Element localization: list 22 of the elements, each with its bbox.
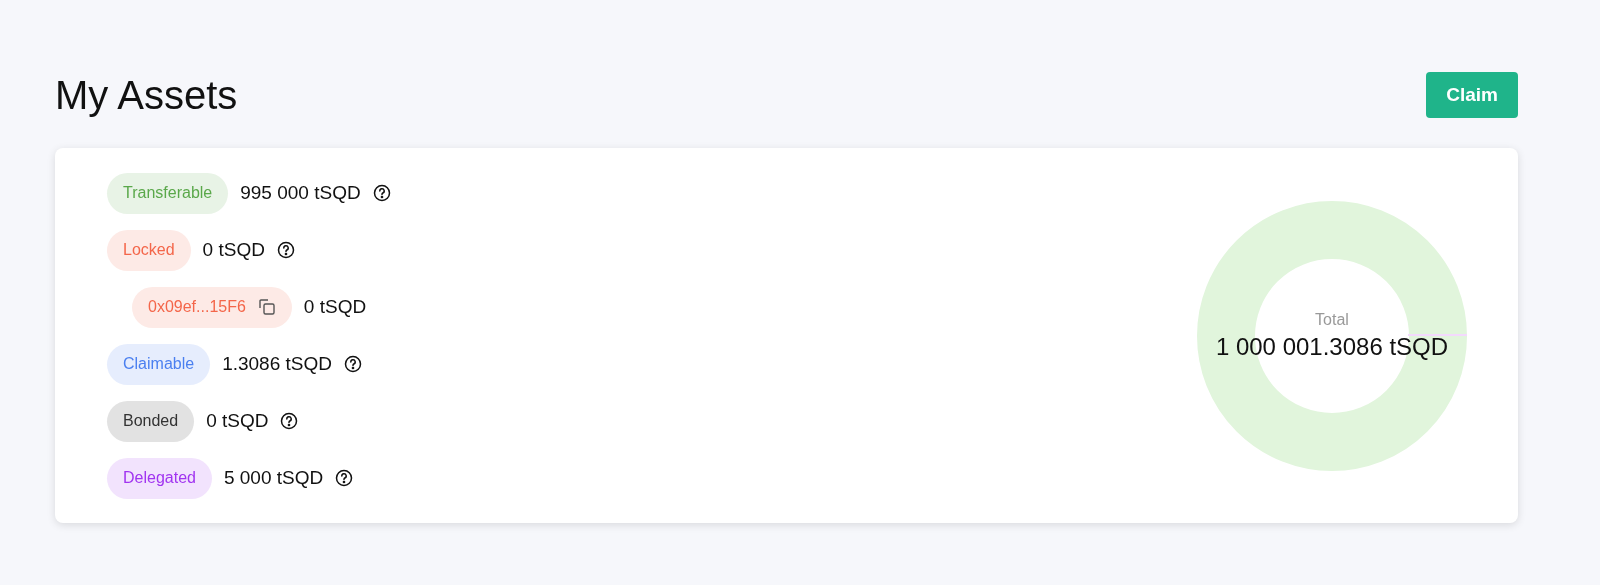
asset-amount: 0 tSQD (303, 296, 367, 318)
asset-tag: Bonded (107, 400, 195, 442)
asset-tag: Delegated (107, 457, 212, 499)
help-icon[interactable] (344, 355, 362, 373)
copy-icon[interactable] (257, 298, 276, 316)
address-tag: 0x09ef...15F6 (132, 286, 292, 328)
asset-amount: 5 000 tSQD (223, 467, 324, 489)
total-value: 1 000 001.3086 tSQD (1215, 332, 1449, 361)
asset-tag: Claimable (107, 343, 211, 385)
page-title: My Assets (55, 72, 238, 118)
asset-tag: Transferable (107, 172, 229, 214)
asset-amount: 0 tSQD (206, 410, 269, 432)
help-icon[interactable] (335, 469, 354, 487)
help-icon[interactable] (372, 184, 391, 202)
asset-amount: 0 tSQD (202, 239, 265, 261)
help-icon[interactable] (276, 241, 295, 259)
claim-button[interactable]: Claim (1426, 72, 1518, 118)
asset-amount: 995 000 tSQD (240, 182, 361, 204)
asset-tag: Locked (107, 229, 191, 271)
total-label: Total (1315, 310, 1349, 329)
asset-amount: 1.3086 tSQD (222, 353, 332, 375)
help-icon[interactable] (280, 412, 299, 430)
